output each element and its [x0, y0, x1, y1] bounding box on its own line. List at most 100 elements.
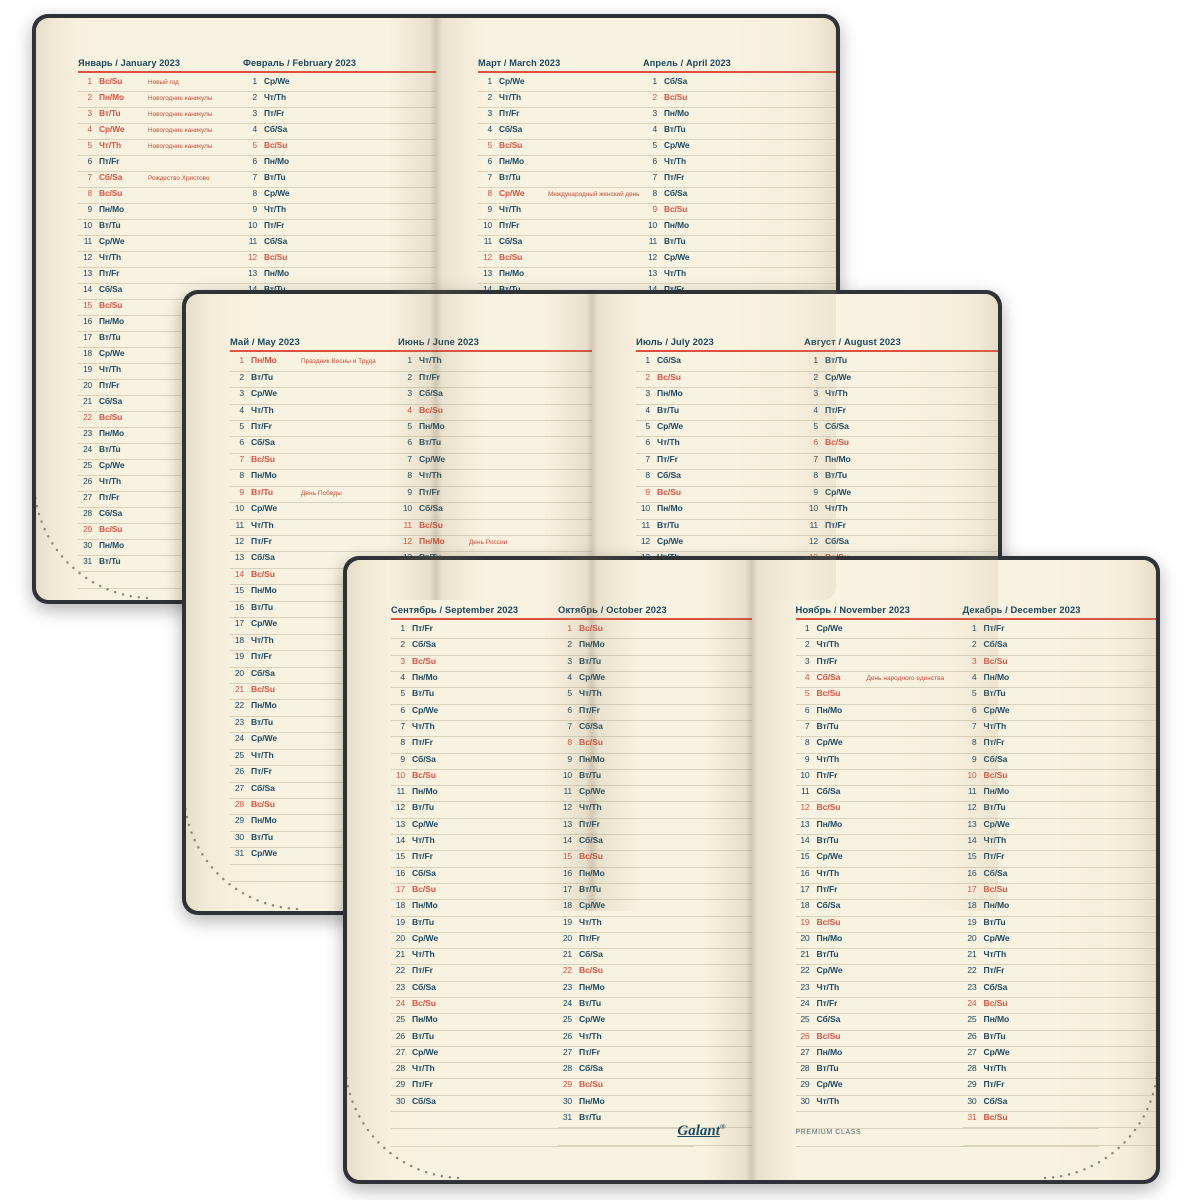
day-weekday: Чт/Th: [499, 92, 522, 103]
day-number: 15: [83, 300, 92, 311]
day-weekday: Пн/Mo: [816, 1046, 843, 1057]
day-number: 24: [562, 998, 572, 1008]
day-row[interactable]: 13 Ср/We: [962, 819, 1156, 836]
day-number: 8: [407, 470, 412, 481]
day-number: 12: [640, 536, 650, 547]
day-number: 30: [234, 831, 244, 842]
day-weekday: Вс/Su: [579, 1079, 603, 1090]
day-row[interactable]: 16 Сб/Sa: [962, 867, 1156, 884]
day-row[interactable]: 18 Пн/Mo: [962, 900, 1156, 917]
day-row[interactable]: 8 Вт/Tu: [804, 470, 998, 487]
day-row[interactable]: 4 Пт/Fr: [804, 405, 998, 421]
day-row[interactable]: 8 Сб/Sa: [643, 188, 836, 205]
day-number: 10: [83, 220, 92, 231]
day-weekday: Пн/Mo: [983, 786, 1010, 797]
day-weekday: Чт/Th: [412, 949, 435, 960]
day-row[interactable]: 31 Вс/Su: [962, 1112, 1156, 1129]
day-row[interactable]: 3 Вс/Su: [962, 655, 1156, 673]
day-row[interactable]: 28 Чт/Th: [962, 1063, 1156, 1080]
day-row[interactable]: 2 Ср/We: [804, 372, 998, 389]
day-row[interactable]: 4 Пн/Mo: [962, 672, 1156, 689]
day-weekday: Сб/Sa: [412, 1095, 436, 1106]
day-weekday: Чт/Th: [816, 753, 840, 764]
day-row[interactable]: 6 Чт/Th: [643, 156, 836, 173]
day-row[interactable]: 27 Ср/We: [962, 1047, 1156, 1064]
day-number: 9: [400, 753, 405, 764]
day-weekday: Чт/Th: [251, 749, 274, 760]
day-row[interactable]: 17 Вс/Su: [962, 884, 1156, 901]
day-row[interactable]: 2 Сб/Sa: [962, 639, 1156, 656]
day-row[interactable]: 8 Пт/Fr: [962, 737, 1156, 754]
day-number: 13: [83, 268, 92, 279]
day-row[interactable]: 22 Пт/Fr: [962, 965, 1156, 982]
day-row[interactable]: 10 Пн/Mo: [643, 220, 836, 237]
day-weekday: Пт/Fr: [499, 220, 520, 231]
day-row[interactable]: 5 Вт/Tu: [962, 688, 1156, 705]
day-row[interactable]: 24 Вс/Su: [962, 998, 1156, 1015]
day-number: 6: [239, 437, 244, 448]
day-row[interactable]: 10 Вс/Su: [962, 770, 1156, 787]
day-row[interactable]: 9 Вс/Su: [643, 204, 836, 221]
day-row[interactable]: 11 Вт/Tu: [643, 236, 836, 253]
day-row[interactable]: 11 Пн/Mo: [962, 786, 1156, 803]
day-weekday: Вс/Su: [251, 568, 275, 579]
day-weekday: Ср/We: [99, 348, 125, 359]
day-row[interactable]: 20 Ср/We: [962, 933, 1156, 950]
day-number: 12: [483, 252, 492, 263]
day-weekday: Вт/Tu: [99, 332, 121, 343]
day-weekday: Вт/Tu: [251, 601, 274, 612]
day-weekday: Пт/Fr: [657, 453, 678, 464]
day-row[interactable]: 21 Чт/Th: [962, 949, 1156, 966]
day-number: 5: [400, 688, 405, 699]
day-row[interactable]: 29 Пт/Fr: [962, 1079, 1156, 1096]
day-number: 11: [809, 519, 818, 530]
day-row[interactable]: 1 Сб/Sa: [643, 76, 836, 93]
day-weekday: Ср/We: [816, 623, 843, 634]
day-number: 23: [83, 428, 92, 439]
day-number: 3: [971, 655, 977, 666]
day-row[interactable]: 19 Вт/Tu: [962, 917, 1156, 933]
day-row[interactable]: 25 Пн/Mo: [962, 1014, 1156, 1031]
day-row[interactable]: 15 Пт/Fr: [962, 851, 1156, 868]
day-row[interactable]: 5 Сб/Sa: [804, 421, 998, 438]
day-number: 13: [395, 818, 405, 829]
day-row[interactable]: 1 Вт/Tu: [804, 355, 998, 372]
day-number: 1: [567, 623, 572, 634]
day-row[interactable]: 7 Пт/Fr: [643, 172, 836, 189]
day-weekday: Вс/Su: [264, 252, 288, 263]
day-row[interactable]: 1 Пт/Fr: [962, 623, 1156, 640]
day-number: 9: [804, 753, 810, 764]
day-row[interactable]: 3 Пн/Mo: [643, 108, 836, 125]
day-row[interactable]: 9 Сб/Sa: [962, 754, 1156, 770]
day-row[interactable]: 6 Вс/Su: [804, 437, 998, 454]
galant-logo: Galant®: [677, 1122, 726, 1139]
day-row[interactable]: 12 Вт/Tu: [962, 802, 1156, 819]
day-weekday: Чт/Th: [99, 140, 122, 151]
day-row[interactable]: 7 Чт/Th: [962, 721, 1156, 738]
day-weekday: Вт/Tu: [99, 108, 121, 119]
day-row[interactable]: 12 Ср/We: [643, 252, 836, 269]
day-row[interactable]: 2 Вс/Su: [643, 92, 836, 109]
day-weekday: Чт/Th: [264, 92, 287, 103]
day-row[interactable]: 14 Чт/Th: [962, 835, 1156, 852]
day-weekday: Чт/Th: [499, 204, 522, 215]
day-weekday: Вт/Tu: [412, 916, 435, 927]
day-row[interactable]: 13 Чт/Th: [643, 268, 836, 285]
day-number: 6: [645, 437, 650, 448]
day-row[interactable]: 23 Сб/Sa: [962, 982, 1156, 998]
day-weekday: Сб/Sa: [983, 1095, 1008, 1106]
day-row[interactable]: 3 Чт/Th: [804, 388, 998, 405]
day-number: 5: [567, 688, 572, 699]
day-row[interactable]: 26 Вт/Tu: [962, 1031, 1156, 1047]
day-row[interactable]: 4 Вт/Tu: [643, 124, 836, 141]
day-number: 16: [967, 867, 977, 878]
day-row[interactable]: 30 Сб/Sa: [962, 1095, 1156, 1113]
notebook-sep-dec[interactable]: Сентябрь / September 2023 1 Пт/Fr 2 Сб/Sa 3 Вс…: [343, 556, 1160, 1184]
day-row[interactable]: 7 Пн/Mo: [804, 454, 998, 471]
day-row[interactable]: 10 Чт/Th: [804, 503, 998, 520]
day-row[interactable]: 11 Пт/Fr: [804, 519, 998, 537]
day-row[interactable]: 6 Ср/We: [962, 705, 1156, 721]
day-row[interactable]: 9 Ср/We: [804, 487, 998, 504]
day-row[interactable]: 5 Ср/We: [643, 140, 836, 157]
day-row[interactable]: 12 Сб/Sa: [804, 536, 998, 553]
